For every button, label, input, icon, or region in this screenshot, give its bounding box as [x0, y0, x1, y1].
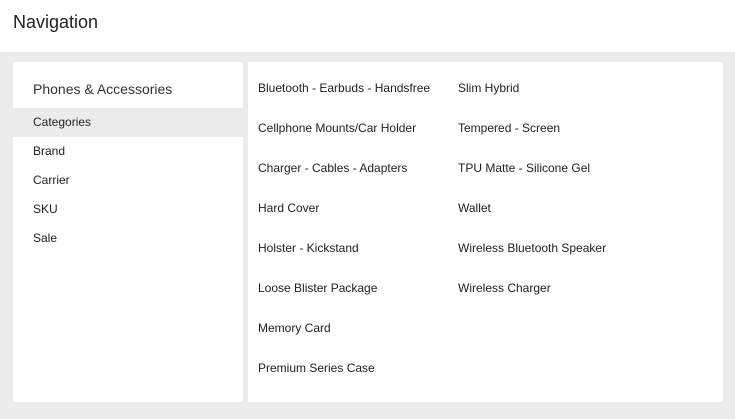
category-link[interactable]: Holster - Kickstand — [258, 240, 458, 280]
sidebar-item-categories[interactable]: Categories — [13, 108, 243, 137]
category-column-1: Bluetooth - Earbuds - Handsfree Cellphon… — [258, 80, 458, 402]
category-link[interactable]: Bluetooth - Earbuds - Handsfree — [258, 80, 458, 120]
category-link[interactable]: Loose Blister Package — [258, 280, 458, 320]
sidebar-item-carrier[interactable]: Carrier — [13, 166, 243, 195]
category-link[interactable]: Tempered - Screen — [458, 120, 658, 160]
page-title: Navigation — [13, 12, 99, 32]
category-link[interactable]: Slim Hybrid — [458, 80, 658, 120]
navigation-container: Phones & Accessories Categories Brand Ca… — [0, 52, 735, 419]
sidebar-item-sku[interactable]: SKU — [13, 195, 243, 224]
category-link[interactable]: Charger - Cables - Adapters — [258, 160, 458, 200]
page-header: Navigation — [0, 0, 735, 52]
category-link[interactable]: TPU Matte - Silicone Gel — [458, 160, 658, 200]
category-link[interactable]: Wallet — [458, 200, 658, 240]
category-link[interactable]: Memory Card — [258, 320, 458, 360]
menu-heading: Phones & Accessories — [33, 81, 173, 97]
menu-sidebar: Phones & Accessories Categories Brand Ca… — [13, 62, 243, 402]
category-link[interactable]: Wireless Charger — [458, 280, 658, 320]
category-link[interactable]: Hard Cover — [258, 200, 458, 240]
mega-menu-panel: Phones & Accessories Categories Brand Ca… — [13, 62, 723, 402]
category-link[interactable]: Wireless Bluetooth Speaker — [458, 240, 658, 280]
category-links: Bluetooth - Earbuds - Handsfree Cellphon… — [248, 62, 723, 402]
category-link[interactable]: Cellphone Mounts/Car Holder — [258, 120, 458, 160]
sidebar-item-sale[interactable]: Sale — [13, 224, 243, 253]
category-column-2: Slim Hybrid Tempered - Screen TPU Matte … — [458, 80, 658, 402]
category-link[interactable]: Premium Series Case — [258, 360, 458, 400]
sidebar-item-brand[interactable]: Brand — [13, 137, 243, 166]
